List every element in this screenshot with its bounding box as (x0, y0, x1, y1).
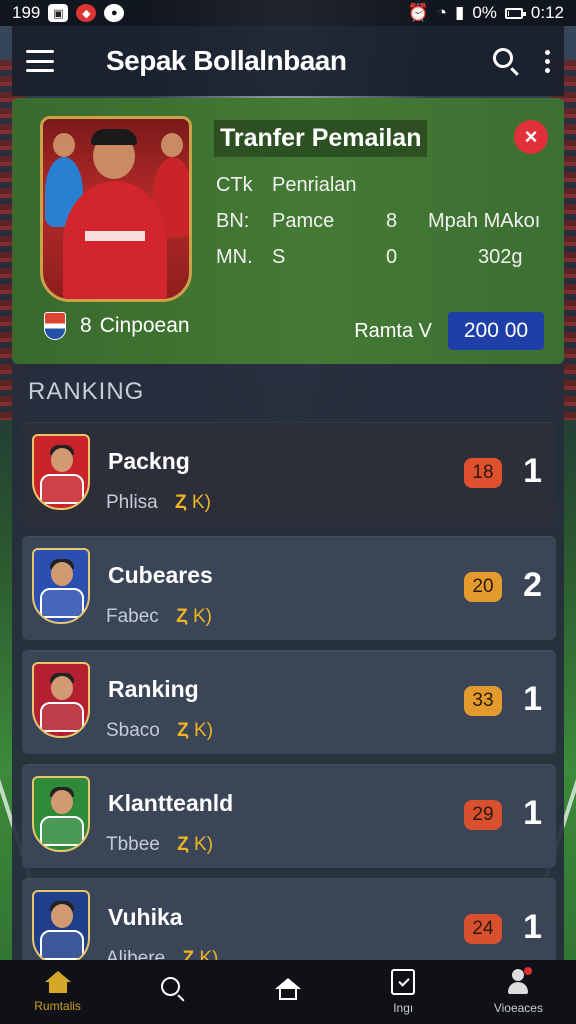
player-badge-icon (32, 434, 90, 510)
stat-value: Mpah MAkoı (428, 210, 541, 232)
nav-item-house[interactable] (230, 960, 345, 1024)
nav-item-search[interactable] (115, 960, 230, 1024)
ranking-row[interactable]: Klantteanld Tbbee Ȥ K) 29 1 (22, 764, 556, 868)
club-row: 8 Cinpoean (44, 312, 190, 340)
status-bar: 199 ▣ ◆ ● ⏰ ◔ ▮ 0% 0:12 (0, 0, 576, 26)
player-badge-icon (32, 662, 90, 738)
stat-value: Pamce (272, 210, 335, 232)
rating-badge: 24 (464, 914, 502, 944)
ranking-row[interactable]: Packng Phlisa Ȥ K) 18 1 (22, 422, 556, 526)
ranking-panel: RANKING Packng Phlisa Ȥ K) 18 1 Cubeares… (12, 364, 564, 982)
nav-label: Rumtalis (34, 999, 81, 1013)
search-icon[interactable] (493, 48, 519, 76)
ranking-heading: RANKING (28, 378, 145, 405)
nav-label: Vioeaces (493, 1001, 543, 1015)
player-name: Ranking (108, 676, 199, 702)
coin-icon: Ȥ (177, 720, 189, 741)
bottom-navigation: Rumtalis Ingı Vioeaces (0, 960, 576, 1024)
stat-value: 302g (478, 246, 523, 268)
coin-icon: Ȥ (177, 834, 189, 855)
player-subtitle: Phlisa Ȥ K) (106, 492, 211, 514)
alarm-icon: ⏰ (407, 3, 429, 22)
rank-number: 1 (523, 908, 542, 946)
player-k-value: K) (192, 606, 212, 627)
signal-icon: ▮ (454, 3, 465, 22)
transfer-card: Tranfer Pemailan × CTk Penrialan BN: Pam… (12, 98, 564, 364)
stat-label: CTk (216, 174, 253, 196)
battery-icon (504, 7, 526, 19)
player-card-image (40, 116, 192, 302)
ranking-row[interactable]: Cubeares Fabec Ȥ K) 20 2 (22, 536, 556, 640)
stat-label: BN: (216, 210, 250, 232)
stat-value: S (272, 246, 286, 268)
price-button[interactable]: 200 00 (448, 312, 544, 350)
player-subtitle: Tbbee Ȥ K) (106, 834, 213, 856)
app-bar: Sepak Bollalnbaan (12, 26, 564, 96)
player-subtitle: Sbaco Ȥ K) (106, 720, 213, 742)
stat-label: MN. (216, 246, 253, 268)
stat-value: 0 (386, 246, 398, 268)
menu-icon[interactable] (26, 50, 54, 72)
club-badge-icon (44, 312, 66, 340)
stat-value: 8 (386, 210, 398, 232)
player-badge-icon (32, 776, 90, 852)
player-badge-icon (32, 890, 90, 966)
player-name: Packng (108, 448, 190, 474)
rating-badge: 18 (464, 458, 502, 488)
player-k-value: K) (194, 834, 214, 855)
rating-badge: 33 (464, 686, 502, 716)
home-icon (44, 971, 71, 993)
notification-app-icon: ▣ (48, 4, 69, 22)
app-title: Sepak Bollalnbaan (106, 45, 347, 76)
rank-number: 1 (523, 452, 542, 490)
battery-percent: 0% (472, 3, 497, 22)
profile-icon (506, 967, 533, 995)
player-name: Cubeares (108, 562, 213, 588)
price-label: Ramta V (354, 320, 432, 342)
rating-badge: 20 (464, 572, 502, 602)
player-k-value: K) (191, 492, 211, 513)
house-outline-icon (275, 978, 301, 1000)
clipboard-check-icon (391, 969, 416, 995)
player-subtitle: Fabec Ȥ K) (106, 606, 212, 628)
club-prefix: 8 (80, 314, 92, 337)
clock: 0:12 (530, 3, 564, 22)
status-time-left: 199 (12, 3, 41, 22)
more-options-icon[interactable] (545, 49, 550, 73)
ranking-row[interactable]: Ranking Sbaco Ȥ K) 33 1 (22, 650, 556, 754)
notification-chat-icon: ● (104, 4, 125, 22)
coin-icon: Ȥ (176, 606, 188, 627)
player-club: Sbaco (106, 720, 160, 741)
close-button[interactable]: × (514, 120, 548, 154)
wifi-icon: ◔ (436, 3, 447, 22)
nav-item-home[interactable]: Rumtalis (0, 960, 115, 1024)
nav-item-profile[interactable]: Vioeaces (461, 960, 576, 1024)
nav-label: Ingı (393, 1001, 414, 1015)
rank-number: 1 (523, 794, 542, 832)
stat-value: Penrialan (272, 174, 357, 196)
club-name: Cinpoean (99, 314, 190, 337)
player-k-value: K) (194, 720, 214, 741)
transfer-title: Tranfer Pemailan (214, 120, 428, 157)
search-icon (160, 977, 185, 1002)
rank-number: 2 (523, 566, 542, 604)
player-club: Tbbee (106, 834, 160, 855)
rank-number: 1 (523, 680, 542, 718)
player-club: Fabec (106, 606, 159, 627)
player-club: Phlisa (106, 492, 158, 513)
nav-item-tasks[interactable]: Ingı (346, 960, 461, 1024)
player-name: Klantteanld (108, 790, 234, 816)
notification-badge-icon: ◆ (76, 4, 97, 22)
player-name: Vuhika (108, 904, 183, 930)
rating-badge: 29 (464, 800, 502, 830)
coin-icon: Ȥ (175, 492, 187, 513)
player-badge-icon (32, 548, 90, 624)
